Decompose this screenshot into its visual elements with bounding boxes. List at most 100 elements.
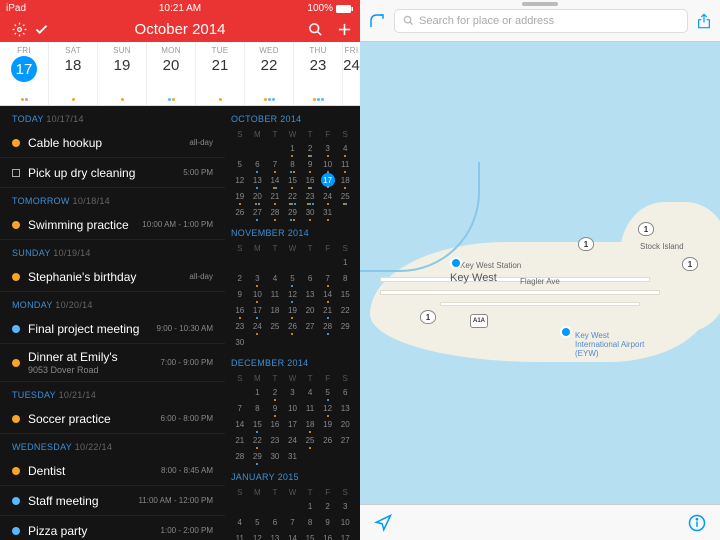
mini-day[interactable]: 10	[336, 514, 354, 530]
mini-day[interactable]: 10	[284, 400, 302, 416]
mini-day[interactable]: 21	[319, 302, 337, 318]
header-title[interactable]: October 2014	[0, 21, 360, 38]
mini-day[interactable]: 24	[284, 432, 302, 448]
day-column[interactable]: THU23	[294, 42, 343, 105]
directions-icon[interactable]	[368, 12, 386, 30]
mini-day[interactable]: 12	[249, 530, 267, 540]
mini-day[interactable]: 10	[249, 286, 267, 302]
mini-month-grid[interactable]: SMTWTFS123456789101112131415161718192021…	[231, 372, 354, 464]
mini-day[interactable]: 28	[266, 204, 284, 220]
mini-day[interactable]: 11	[301, 400, 319, 416]
mini-day[interactable]: 30	[266, 448, 284, 464]
mini-day[interactable]: 4	[336, 140, 354, 156]
mini-day[interactable]: 19	[319, 416, 337, 432]
mini-day[interactable]: 25	[266, 318, 284, 334]
mini-day[interactable]: 17	[249, 302, 267, 318]
event-row[interactable]: Pizza party1:00 - 2:00 PM	[0, 516, 225, 540]
event-row[interactable]: Swimming practice10:00 AM - 1:00 PM	[0, 210, 225, 240]
mini-day[interactable]: 18	[266, 302, 284, 318]
event-row[interactable]: Pick up dry cleaning5:00 PM	[0, 158, 225, 188]
mini-day[interactable]: 4	[231, 514, 249, 530]
mini-day[interactable]: 15	[336, 286, 354, 302]
mini-day[interactable]: 3	[284, 384, 302, 400]
mini-day[interactable]: 15	[249, 416, 267, 432]
mini-day[interactable]: 21	[231, 432, 249, 448]
mini-day[interactable]: 7	[319, 270, 337, 286]
day-column[interactable]: MON20	[147, 42, 196, 105]
mini-day[interactable]: 14	[231, 416, 249, 432]
mini-day[interactable]: 26	[231, 204, 249, 220]
day-column[interactable]: FRI24	[343, 42, 361, 105]
mini-day[interactable]: 7	[266, 156, 284, 172]
locate-icon[interactable]	[374, 514, 392, 532]
mini-day[interactable]: 26	[284, 318, 302, 334]
mini-day[interactable]: 16	[266, 416, 284, 432]
mini-day[interactable]: 12	[319, 400, 337, 416]
mini-day[interactable]: 2	[301, 140, 319, 156]
mini-day[interactable]: 18	[301, 416, 319, 432]
mini-day[interactable]: 12	[284, 286, 302, 302]
mini-day[interactable]: 22	[249, 432, 267, 448]
map-canvas[interactable]: Key West Key West Station Flagler Ave St…	[360, 42, 720, 504]
mini-day[interactable]: 23	[301, 188, 319, 204]
mini-day[interactable]: 20	[249, 188, 267, 204]
mini-day[interactable]: 19	[231, 188, 249, 204]
mini-day[interactable]: 11	[266, 286, 284, 302]
week-strip[interactable]: FRI17SAT18SUN19MON20TUE21WED22THU23FRI24	[0, 42, 360, 106]
mini-day[interactable]: 19	[284, 302, 302, 318]
mini-day[interactable]: 16	[231, 302, 249, 318]
search-icon[interactable]	[308, 22, 323, 37]
mini-day[interactable]: 27	[301, 318, 319, 334]
mini-day[interactable]: 22	[284, 188, 302, 204]
mini-day[interactable]: 13	[301, 286, 319, 302]
mini-day[interactable]: 8	[284, 156, 302, 172]
mini-day[interactable]: 6	[249, 156, 267, 172]
mini-day[interactable]: 26	[319, 432, 337, 448]
share-icon[interactable]	[696, 12, 712, 30]
grabber-handle[interactable]	[522, 2, 558, 6]
mini-day[interactable]: 24	[319, 188, 337, 204]
mini-day[interactable]: 3	[319, 140, 337, 156]
mini-day[interactable]: 14	[319, 286, 337, 302]
mini-day[interactable]: 1	[336, 254, 354, 270]
mini-day[interactable]: 2	[319, 498, 337, 514]
event-row[interactable]: Staff meeting11:00 AM - 12:00 PM	[0, 486, 225, 516]
mini-day[interactable]: 10	[319, 156, 337, 172]
checkbox-icon[interactable]	[12, 169, 20, 177]
mini-day[interactable]: 27	[249, 204, 267, 220]
day-column[interactable]: WED22	[245, 42, 294, 105]
mini-day[interactable]: 25	[336, 188, 354, 204]
mini-day[interactable]: 2	[231, 270, 249, 286]
day-column[interactable]: SUN19	[98, 42, 147, 105]
mini-day[interactable]: 14	[284, 530, 302, 540]
mini-day[interactable]: 15	[301, 530, 319, 540]
mini-day[interactable]: 27	[336, 432, 354, 448]
mini-calendar-list[interactable]: OCTOBER 2014SMTWTFS123456789101112131415…	[225, 106, 360, 540]
info-icon[interactable]	[688, 514, 706, 532]
mini-day[interactable]: 20	[336, 416, 354, 432]
mini-day[interactable]: 28	[319, 318, 337, 334]
event-row[interactable]: Dentist8:00 - 8:45 AM	[0, 456, 225, 486]
mini-day[interactable]: 22	[336, 302, 354, 318]
mini-day[interactable]: 31	[319, 204, 337, 220]
mini-day[interactable]: 20	[301, 302, 319, 318]
mini-day[interactable]: 5	[249, 514, 267, 530]
mini-day[interactable]: 23	[231, 318, 249, 334]
mini-day[interactable]: 31	[284, 448, 302, 464]
mini-day[interactable]: 21	[266, 188, 284, 204]
mini-day[interactable]: 17	[284, 416, 302, 432]
mini-day[interactable]: 29	[336, 318, 354, 334]
event-row[interactable]: Dinner at Emily's9053 Dover Road7:00 - 9…	[0, 344, 225, 382]
search-input[interactable]: Search for place or address	[394, 9, 688, 33]
mini-day[interactable]: 16	[319, 530, 337, 540]
mini-day[interactable]: 29	[249, 448, 267, 464]
mini-day[interactable]: 15	[284, 172, 302, 188]
mini-day[interactable]: 6	[336, 384, 354, 400]
mini-day[interactable]: 30	[231, 334, 249, 350]
mini-day[interactable]: 25	[301, 432, 319, 448]
agenda-list[interactable]: TODAY 10/17/14Cable hookupall-dayPick up…	[0, 106, 225, 540]
mini-day[interactable]: 11	[231, 530, 249, 540]
mini-day[interactable]: 1	[301, 498, 319, 514]
event-row[interactable]: Final project meeting9:00 - 10:30 AM	[0, 314, 225, 344]
day-column[interactable]: FRI17	[0, 42, 49, 105]
